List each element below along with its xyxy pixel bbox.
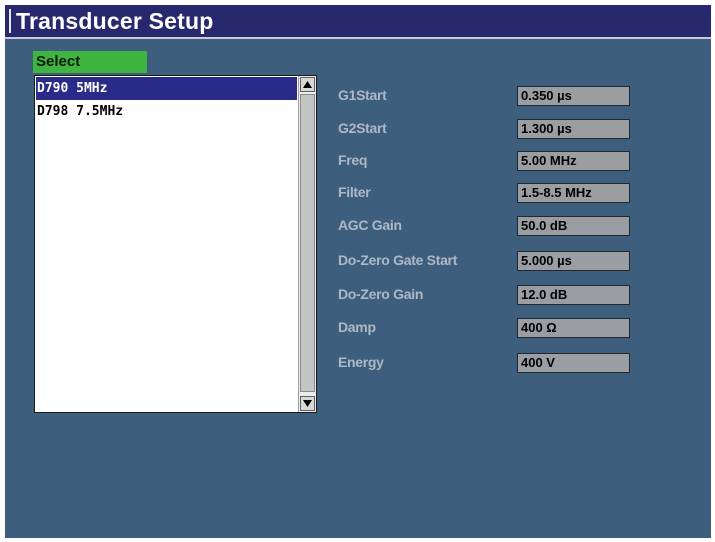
title-accent-bar	[9, 9, 11, 33]
param-value-field[interactable]: 400 Ω	[517, 318, 630, 338]
triangle-down-icon	[303, 400, 312, 407]
transducer-list[interactable]: D790 5MHz D798 7.5MHz	[34, 75, 317, 413]
param-label: Freq	[338, 152, 368, 168]
list-item[interactable]: D798 7.5MHz	[36, 100, 297, 123]
scroll-down-button[interactable]	[300, 396, 315, 411]
triangle-up-icon	[303, 81, 312, 88]
param-row-agc-gain: AGC Gain 50.0 dB	[338, 213, 638, 237]
param-row-damp: Damp 400 Ω	[338, 315, 638, 339]
param-value-field[interactable]: 1.5-8.5 MHz	[517, 183, 630, 203]
param-row-g1start: G1Start 0.350 µs	[338, 83, 638, 107]
title-bar: Transducer Setup	[5, 5, 711, 39]
page-title: Transducer Setup	[16, 8, 214, 34]
param-row-filter: Filter 1.5-8.5 MHz	[338, 180, 638, 204]
scroll-up-button[interactable]	[300, 77, 315, 92]
param-value-field[interactable]: 5.00 MHz	[517, 151, 630, 171]
param-value-field[interactable]: 1.300 µs	[517, 119, 630, 139]
param-label: Do-Zero Gate Start	[338, 252, 458, 268]
param-row-do-zero-gain: Do-Zero Gain 12.0 dB	[338, 282, 638, 306]
select-tab[interactable]: Select	[33, 51, 147, 73]
transducer-list-items: D790 5MHz D798 7.5MHz	[36, 77, 297, 123]
param-row-energy: Energy 400 V	[338, 350, 638, 374]
param-row-do-zero-gate-start: Do-Zero Gate Start 5.000 µs	[338, 248, 638, 272]
param-label: Energy	[338, 354, 384, 370]
param-row-g2start: G2Start 1.300 µs	[338, 116, 638, 140]
param-value-field[interactable]: 50.0 dB	[517, 216, 630, 236]
instrument-screen: Transducer Setup Select D790 5MHz D798 7…	[5, 5, 711, 538]
param-value-field[interactable]: 5.000 µs	[517, 251, 630, 271]
param-label: G1Start	[338, 87, 387, 103]
param-label: Damp	[338, 319, 376, 335]
param-value-field[interactable]: 400 V	[517, 353, 630, 373]
scroll-thumb[interactable]	[300, 94, 315, 392]
param-label: Filter	[338, 184, 371, 200]
list-scrollbar[interactable]	[298, 76, 316, 412]
param-value-field[interactable]: 12.0 dB	[517, 285, 630, 305]
param-label: G2Start	[338, 120, 387, 136]
list-item[interactable]: D790 5MHz	[36, 77, 297, 100]
param-row-freq: Freq 5.00 MHz	[338, 148, 638, 172]
param-label: Do-Zero Gain	[338, 286, 424, 302]
param-label: AGC Gain	[338, 217, 402, 233]
param-value-field[interactable]: 0.350 µs	[517, 86, 630, 106]
